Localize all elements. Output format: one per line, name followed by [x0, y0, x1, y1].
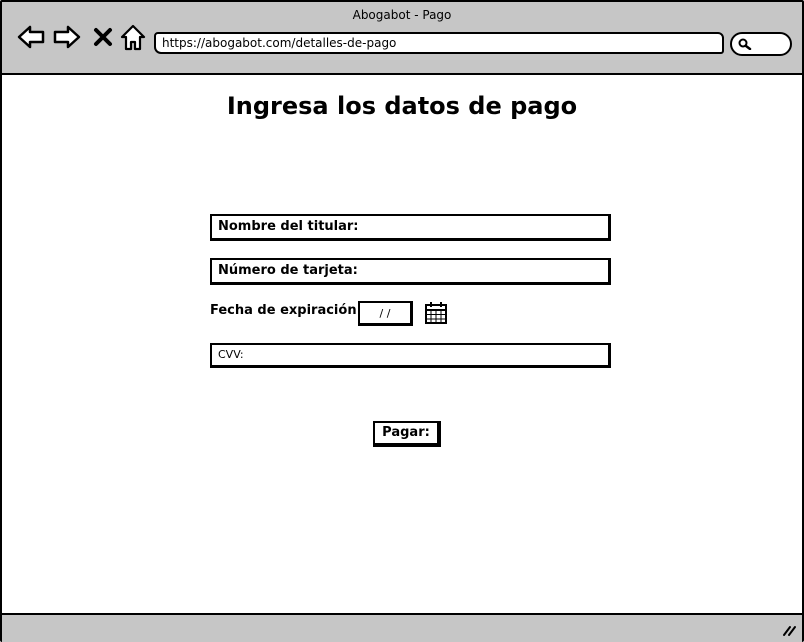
calendar-icon[interactable] — [424, 301, 448, 329]
pay-button[interactable]: Pagar: — [373, 421, 441, 447]
browser-window: Abogabot - Pago https://abogabot.com/det… — [0, 0, 804, 642]
expiration-date-label: Fecha de expiración: — [210, 303, 362, 318]
resize-grip-icon[interactable] — [782, 622, 796, 641]
browser-titlebar: Abogabot - Pago https://abogabot.com/det… — [2, 2, 802, 75]
close-x-icon[interactable] — [93, 27, 113, 51]
expiration-date-input[interactable]: / / — [358, 301, 413, 326]
window-title: Abogabot - Pago — [352, 8, 452, 22]
cvv-field[interactable]: CVV: — [210, 343, 611, 368]
back-arrow-icon[interactable] — [16, 24, 46, 54]
card-number-field[interactable]: Número de tarjeta: — [210, 258, 611, 285]
forward-arrow-icon[interactable] — [52, 24, 82, 54]
browser-statusbar — [2, 613, 802, 642]
address-bar[interactable]: https://abogabot.com/detalles-de-pago — [154, 32, 724, 54]
search-icon — [738, 38, 752, 50]
page-title: Ingresa los datos de pago — [226, 92, 578, 120]
browser-search-box[interactable] — [730, 32, 792, 56]
holder-name-field[interactable]: Nombre del titular: — [210, 214, 611, 241]
home-icon[interactable] — [120, 24, 146, 56]
